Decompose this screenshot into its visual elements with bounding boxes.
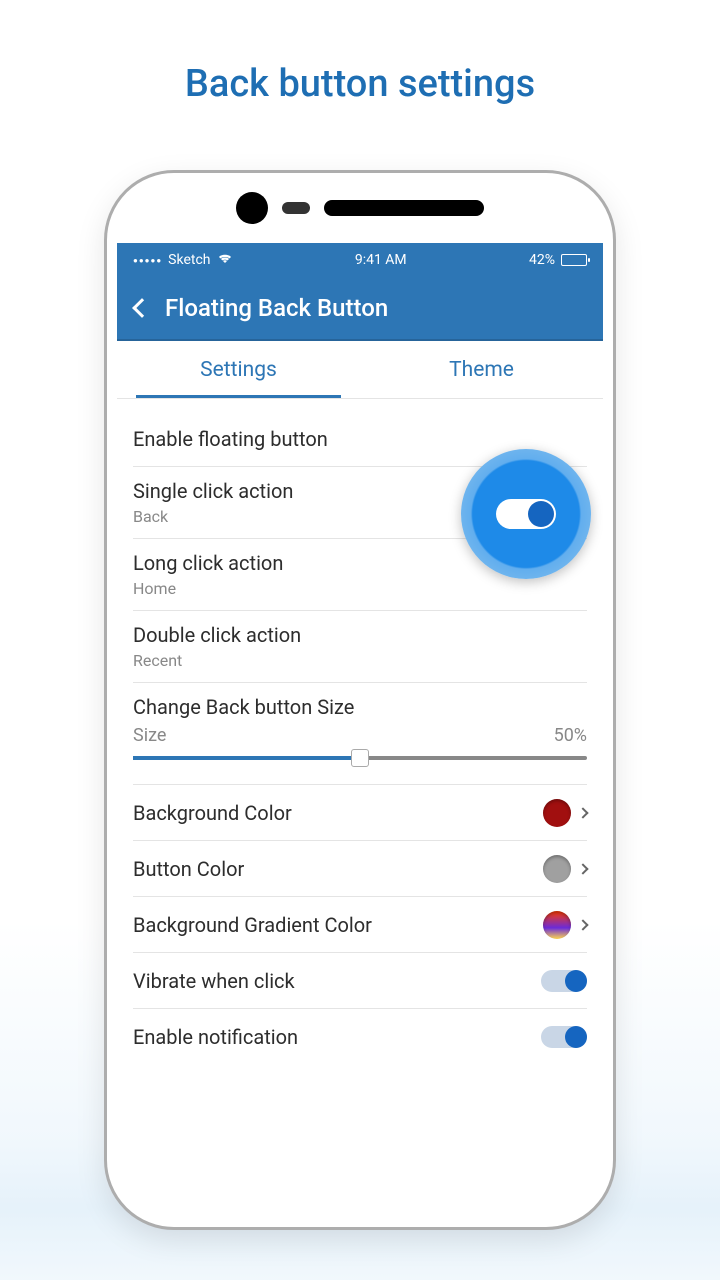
size-label: Change Back button Size [133,695,587,719]
btn-color-label: Button Color [133,857,543,881]
row-background-color[interactable]: Background Color [133,785,587,841]
size-slider[interactable] [133,756,587,760]
color-swatch-icon [543,911,571,939]
tab-settings[interactable]: Settings [117,341,360,398]
chevron-right-icon [577,807,588,818]
page-title: Back button settings [0,0,720,106]
side-button [104,473,107,533]
phone-notch [107,173,613,243]
row-vibrate[interactable]: Vibrate when click [133,953,587,1009]
size-value: 50% [554,725,587,746]
tabs: Settings Theme [117,341,603,399]
app-bar-title: Floating Back Button [165,294,388,322]
app-bar: Floating Back Button [117,277,603,341]
notification-label: Enable notification [133,1025,541,1049]
floating-back-button[interactable] [461,449,591,579]
enable-floating-label: Enable floating button [133,427,587,451]
speaker-slot-icon [324,200,484,216]
bg-gradient-label: Background Gradient Color [133,913,543,937]
double-click-label: Double click action [133,623,587,647]
bg-color-label: Background Color [133,801,543,825]
wifi-icon [217,252,233,268]
color-swatch-icon [543,799,571,827]
long-click-value: Home [133,579,587,598]
row-notification[interactable]: Enable notification [133,1009,587,1065]
row-double-click[interactable]: Double click action Recent [133,611,587,683]
size-sub-label: Size [133,725,166,746]
side-button [104,543,107,613]
phone-frame: ●●●●● Sketch 9:41 AM 42% Floating Back B… [104,170,616,1230]
vibrate-toggle[interactable] [541,970,587,992]
tab-theme[interactable]: Theme [360,341,603,398]
phone-screen: ●●●●● Sketch 9:41 AM 42% Floating Back B… [117,243,603,1217]
battery-icon [561,254,587,266]
row-button-color[interactable]: Button Color [133,841,587,897]
status-time: 9:41 AM [355,252,407,268]
double-click-value: Recent [133,651,587,670]
status-bar: ●●●●● Sketch 9:41 AM 42% [117,243,603,277]
vibrate-label: Vibrate when click [133,969,541,993]
chevron-right-icon [577,919,588,930]
chevron-right-icon [577,863,588,874]
signal-dots-icon: ●●●●● [133,256,162,265]
row-background-gradient[interactable]: Background Gradient Color [133,897,587,953]
color-swatch-icon [543,855,571,883]
battery-percent: 42% [529,252,555,268]
camera-dot-icon [236,192,268,224]
row-size: Change Back button Size Size 50% [133,683,587,785]
back-icon[interactable] [132,298,152,318]
notification-toggle[interactable] [541,1026,587,1048]
slider-thumb-icon[interactable] [351,749,369,767]
carrier-label: Sketch [168,252,210,268]
sensor-icon [282,202,310,214]
floating-toggle-icon [496,499,556,529]
side-button [613,473,616,553]
